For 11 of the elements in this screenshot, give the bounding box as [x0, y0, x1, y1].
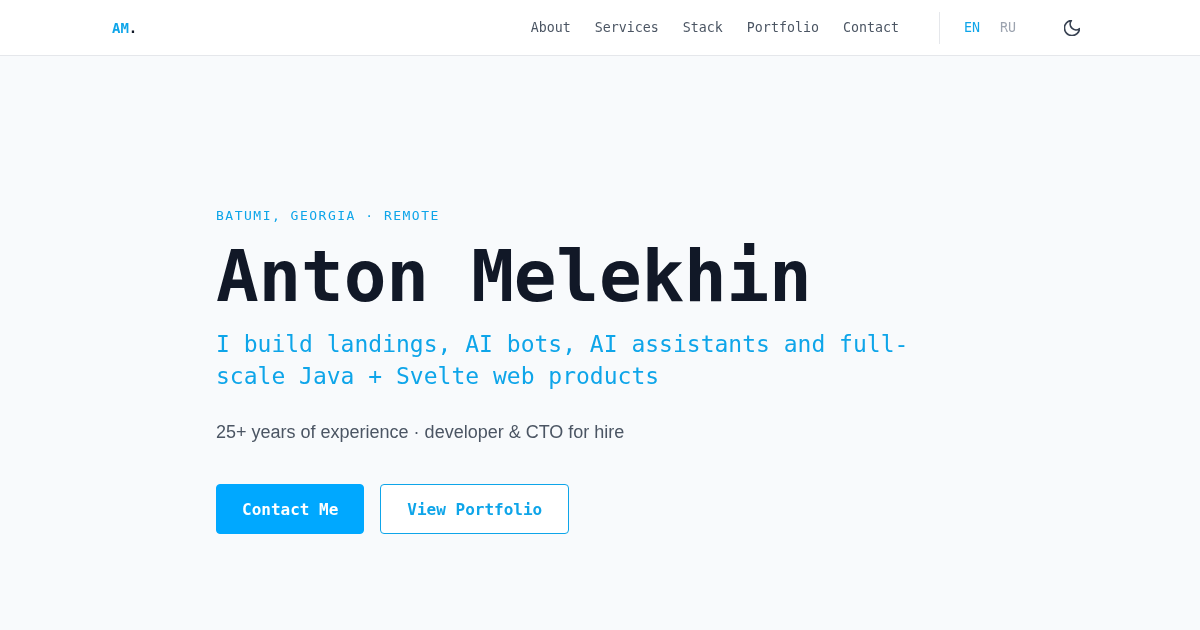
headline-text: I build landings, AI bots, AI assistants and full-scale Java + Svelte web products [216, 330, 910, 391]
location-text: BATUMI, GEORGIA · REMOTE [216, 207, 441, 225]
logo[interactable]: AM. [112, 19, 138, 36]
nav-link[interactable]: Contact [842, 20, 899, 35]
nav-link[interactable]: Portfolio [746, 20, 819, 35]
name-heading: Anton Melekhin [216, 238, 813, 316]
moon-icon [1064, 19, 1080, 36]
nav-link[interactable]: Stack [682, 20, 723, 35]
tagline-text: 25+ years of experience · developer & CTO for hire [216, 421, 626, 444]
nav-link[interactable]: About [530, 20, 571, 35]
nav-link[interactable]: Services [594, 20, 659, 35]
